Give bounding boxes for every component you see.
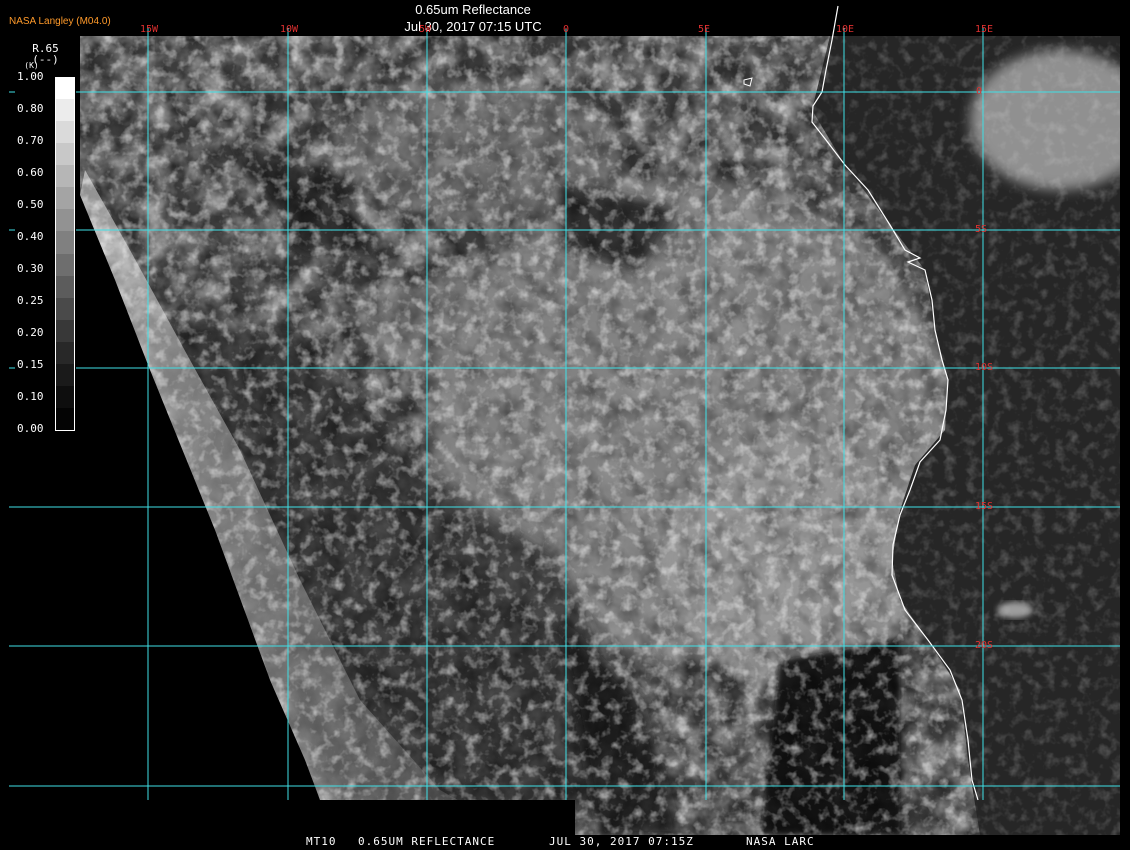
legend-value-label: 0.60 — [17, 166, 44, 179]
legend-swatch — [55, 363, 75, 387]
legend-swatch — [55, 165, 75, 189]
latitude-label: 0 — [976, 86, 983, 97]
longitude-label: 15W — [140, 24, 159, 35]
footer-source: NASA LARC — [746, 835, 815, 848]
footer-satellite: MT10 — [306, 835, 337, 848]
legend-swatch — [55, 121, 75, 145]
longitude-label: 5W — [419, 24, 432, 35]
latitude-label: 10S — [975, 362, 994, 373]
footer-datetime: JUL 30, 2017 07:15Z — [549, 835, 694, 848]
legend-value-label: 0.10 — [17, 390, 44, 403]
satellite-image-viewer[interactable]: NASA Langley (M04.0) 0.65um Reflectance … — [0, 0, 1130, 850]
legend-swatch — [55, 143, 75, 167]
legend-swatch — [55, 99, 75, 123]
legend-swatch — [55, 407, 75, 431]
footer-product: 0.65UM REFLECTANCE — [358, 835, 496, 848]
legend-bar-bottom — [55, 430, 75, 431]
latitude-label: 15S — [975, 501, 994, 512]
latitude-label: 20S — [975, 640, 994, 651]
legend-tiny-label: (K) — [24, 61, 39, 70]
legend-swatch — [55, 253, 75, 277]
legend-value-label: 0.70 — [17, 134, 44, 147]
legend-swatch — [55, 187, 75, 211]
legend-swatch — [55, 231, 75, 255]
legend-swatch — [55, 385, 75, 409]
longitude-label: 0 — [563, 24, 570, 35]
legend-swatch — [55, 319, 75, 343]
legend-swatch — [55, 297, 75, 321]
satellite-map[interactable] — [0, 0, 1130, 850]
longitude-label: 10W — [280, 24, 299, 35]
legend-value-label: 0.15 — [17, 358, 44, 371]
legend-value-label: 0.25 — [17, 294, 44, 307]
legend-value-label: 0.20 — [17, 326, 44, 339]
latitude-label: 5S — [975, 224, 988, 235]
legend-swatch — [55, 209, 75, 233]
legend-value-label: 1.00 — [17, 70, 44, 83]
legend-swatch — [55, 341, 75, 365]
legend-value-label: 0.80 — [17, 102, 44, 115]
legend-swatch — [55, 77, 75, 100]
legend-value-label: 0.30 — [17, 262, 44, 275]
color-legend: R.65 (--) (K) 1.00 0.80 0.70 0.60 0.50 0.40 0.… — [15, 40, 76, 435]
legend-value-label: 0.50 — [17, 198, 44, 211]
legend-value-label: 0.40 — [17, 230, 44, 243]
longitude-label: 10E — [836, 24, 855, 35]
legend-value-label: 0.00 — [17, 422, 44, 435]
legend-swatch — [55, 275, 75, 299]
longitude-label: 5E — [698, 24, 711, 35]
image-title: 0.65um Reflectance — [415, 2, 531, 17]
earth-disk — [80, 36, 1120, 835]
longitude-label: 15E — [975, 24, 994, 35]
